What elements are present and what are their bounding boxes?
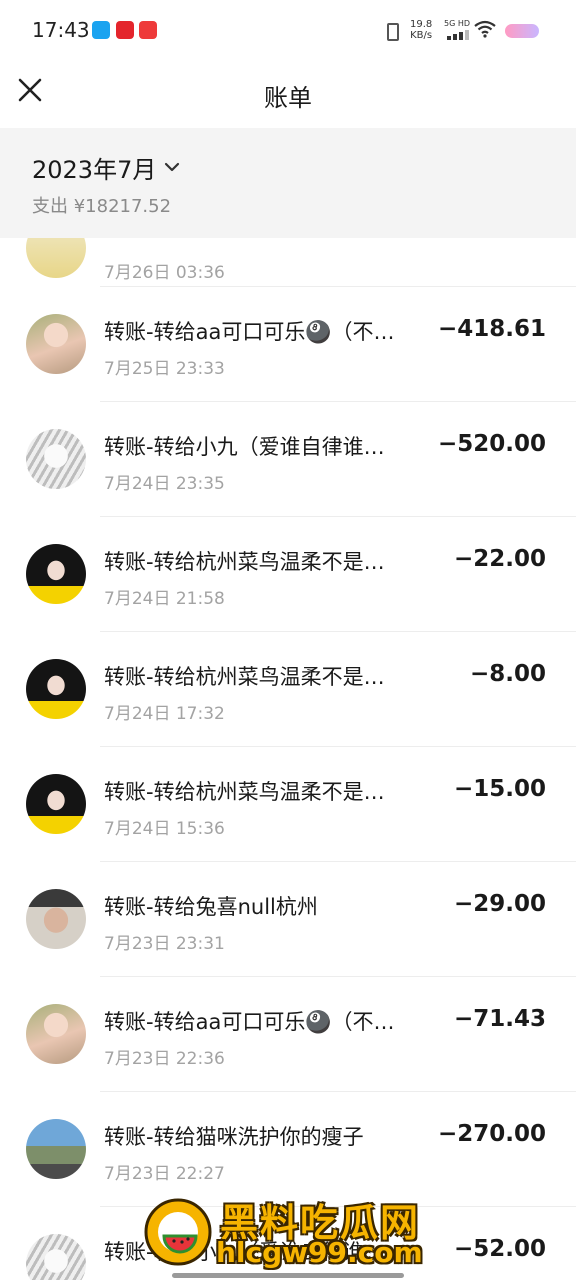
transaction-row[interactable]: 转账-转给猫咪洗护你的瘦子 7月23日 22:27 −270.00 bbox=[0, 1091, 576, 1206]
transaction-title: 转账-转给aa可口可乐🎱（不… bbox=[104, 320, 395, 344]
row-divider bbox=[100, 286, 576, 287]
transaction-amount: −270.00 bbox=[437, 1121, 546, 1147]
network-speed: 19.8 KB/s bbox=[410, 19, 433, 41]
avatar bbox=[26, 238, 86, 278]
network-type: 5G HD bbox=[444, 19, 471, 28]
transaction-amount: −8.00 bbox=[469, 661, 546, 687]
transaction-time: 7月24日 15:36 bbox=[104, 819, 225, 839]
signal-icon bbox=[447, 30, 469, 40]
transaction-row[interactable]: 转账-转给杭州菜鸟温柔不是… 7月24日 17:32 −8.00 bbox=[0, 631, 576, 746]
avatar bbox=[26, 659, 86, 719]
month-label: 2023年7月 bbox=[32, 155, 157, 184]
row-divider bbox=[100, 401, 576, 402]
transaction-amount: −520.00 bbox=[437, 431, 546, 457]
avatar bbox=[26, 429, 86, 489]
transaction-title: 转账-转给兔喜null杭州 bbox=[104, 895, 318, 919]
transaction-time: 7月23日 23:31 bbox=[104, 934, 225, 954]
notification-app-icon bbox=[116, 21, 134, 39]
avatar bbox=[26, 544, 86, 604]
transaction-time: 7月23日 22:27 bbox=[104, 1164, 225, 1184]
avatar bbox=[26, 774, 86, 834]
row-divider bbox=[100, 746, 576, 747]
transaction-title: 转账-转给aa可口可乐🎱（不… bbox=[104, 1010, 395, 1034]
expense-summary: 支出 ¥18217.52 bbox=[32, 196, 172, 217]
row-divider bbox=[100, 516, 576, 517]
transaction-row[interactable]: 转账-转给兔喜null杭州 7月23日 23:31 −29.00 bbox=[0, 861, 576, 976]
row-divider bbox=[100, 861, 576, 862]
page-title: 账单 bbox=[264, 84, 312, 112]
transaction-title: 转账-转给杭州菜鸟温柔不是… bbox=[104, 665, 385, 689]
transaction-title: 转账-转给杭州菜鸟温柔不是… bbox=[104, 550, 385, 574]
transaction-amount: −418.61 bbox=[437, 316, 546, 342]
nav-bar: 账单 bbox=[0, 60, 576, 128]
month-header: 2023年7月 支出 ¥18217.52 bbox=[0, 128, 576, 238]
transaction-amount: −71.43 bbox=[453, 1006, 546, 1032]
status-time: 17:43 bbox=[32, 18, 90, 42]
row-divider bbox=[100, 976, 576, 977]
transaction-row[interactable]: 转账-转给小九（爱谁自律谁… 7月24日 23:35 −520.00 bbox=[0, 401, 576, 516]
transaction-list[interactable]: 7月26日 03:36 转账-转给aa可口可乐🎱（不… 7月25日 23:33 … bbox=[0, 238, 576, 1280]
transaction-time: 7月26日 03:36 bbox=[104, 263, 225, 283]
transaction-row[interactable]: 转账-转给aa可口可乐🎱（不… 7月25日 23:33 −418.61 bbox=[0, 286, 576, 401]
transaction-row[interactable]: 转账-转给小九（爱谁自律谁… −52.00 bbox=[0, 1206, 576, 1280]
transaction-amount: −52.00 bbox=[453, 1236, 546, 1262]
chevron-down-icon bbox=[165, 162, 180, 172]
vibrate-icon bbox=[387, 23, 399, 41]
home-indicator[interactable] bbox=[172, 1273, 404, 1278]
transaction-amount: −29.00 bbox=[453, 891, 546, 917]
transaction-title: 转账-转给猫咪洗护你的瘦子 bbox=[104, 1125, 364, 1149]
avatar bbox=[26, 1234, 86, 1280]
avatar bbox=[26, 1119, 86, 1179]
transaction-time: 7月24日 21:58 bbox=[104, 589, 225, 609]
transaction-title: 转账-转给小九（爱谁自律谁… bbox=[104, 1240, 385, 1264]
transaction-title: 转账-转给杭州菜鸟温柔不是… bbox=[104, 780, 385, 804]
avatar bbox=[26, 889, 86, 949]
transaction-time: 7月25日 23:33 bbox=[104, 359, 225, 379]
transaction-row[interactable]: 转账-转给杭州菜鸟温柔不是… 7月24日 15:36 −15.00 bbox=[0, 746, 576, 861]
wifi-icon bbox=[474, 20, 496, 38]
notification-app-icon bbox=[139, 21, 157, 39]
row-divider bbox=[100, 1206, 576, 1207]
avatar bbox=[26, 1004, 86, 1064]
transaction-time: 7月24日 23:35 bbox=[104, 474, 225, 494]
notification-app-icon bbox=[92, 21, 110, 39]
transaction-time: 7月23日 22:36 bbox=[104, 1049, 225, 1069]
transaction-row[interactable]: 转账-转给杭州菜鸟温柔不是… 7月24日 21:58 −22.00 bbox=[0, 516, 576, 631]
transaction-amount: −22.00 bbox=[453, 546, 546, 572]
battery-icon bbox=[505, 24, 539, 38]
status-bar: 17:43 19.8 KB/s 5G HD bbox=[0, 0, 576, 60]
transaction-title: 转账-转给小九（爱谁自律谁… bbox=[104, 435, 385, 459]
transaction-time: 7月24日 17:32 bbox=[104, 704, 225, 724]
month-selector[interactable]: 2023年7月 bbox=[32, 150, 180, 184]
row-divider bbox=[100, 1091, 576, 1092]
transaction-amount: −15.00 bbox=[453, 776, 546, 802]
row-divider bbox=[100, 631, 576, 632]
transaction-row[interactable]: 转账-转给aa可口可乐🎱（不… 7月23日 22:36 −71.43 bbox=[0, 976, 576, 1091]
avatar bbox=[26, 314, 86, 374]
